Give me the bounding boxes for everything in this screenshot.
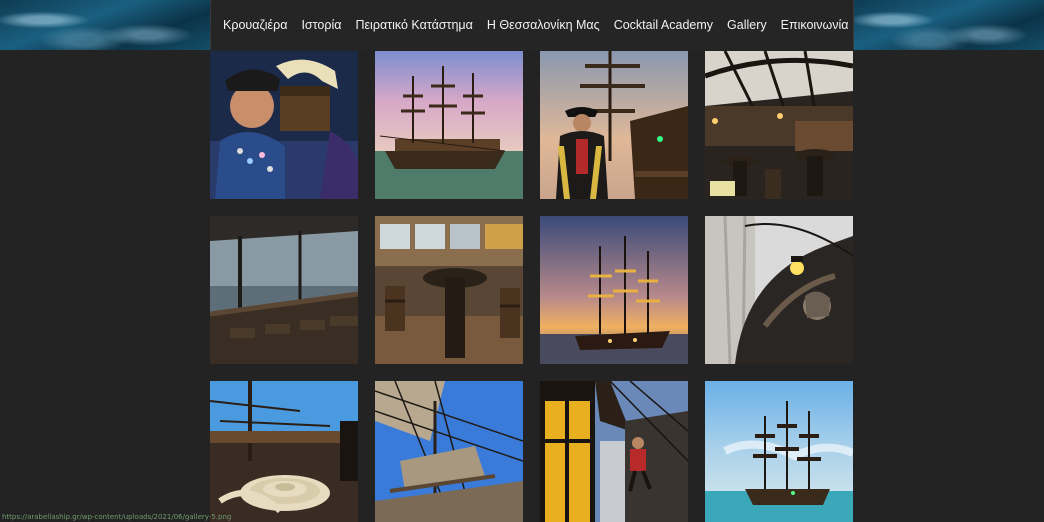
gallery-photo-ship-figurehead[interactable] [705,216,853,364]
gallery-photo-ship-sunset-sea[interactable] [375,51,523,199]
site-header: Κρουαζιέρα Ιστορία Πειρατικό Κατάστημα Η… [0,0,1044,50]
nav-item-gallery[interactable]: Gallery [727,18,767,32]
nav-item-contact[interactable]: Επικοινωνία [781,18,849,32]
ocean-banner-right [854,0,1044,50]
gallery-photo-ship-silhouette-sunset[interactable] [540,216,688,364]
gallery-photo-pirate-with-chest[interactable] [210,51,358,199]
gallery-photo-deck-railing[interactable] [210,216,358,364]
nav-item-pirate-shop[interactable]: Πειρατικό Κατάστημα [355,18,472,32]
gallery-photo-rope-coils[interactable] [210,381,358,522]
gallery-photo-lantern-climber[interactable] [540,381,688,522]
main-navigation: Κρουαζιέρα Ιστορία Πειρατικό Κατάστημα Η… [210,0,881,50]
nav-item-cruise[interactable]: Κρουαζιέρα [223,18,287,32]
gallery-photo-deck-bar[interactable] [705,51,853,199]
nav-item-our-thessaloniki[interactable]: Η Θεσσαλονίκη Μας [487,18,600,32]
status-bar-url: https://arabellaship.gr/wp-content/uploa… [2,513,232,521]
nav-item-history[interactable]: Ιστορία [301,18,341,32]
gallery-photo-barrel-tables[interactable] [375,216,523,364]
ocean-banner-left [0,0,210,50]
nav-item-cocktail-academy[interactable]: Cocktail Academy [614,18,713,32]
gallery-photo-captain-on-deck[interactable] [540,51,688,199]
photo-gallery [210,51,854,522]
gallery-photo-ship-turquoise-sea[interactable] [705,381,853,522]
gallery-photo-sails-rigging[interactable] [375,381,523,522]
